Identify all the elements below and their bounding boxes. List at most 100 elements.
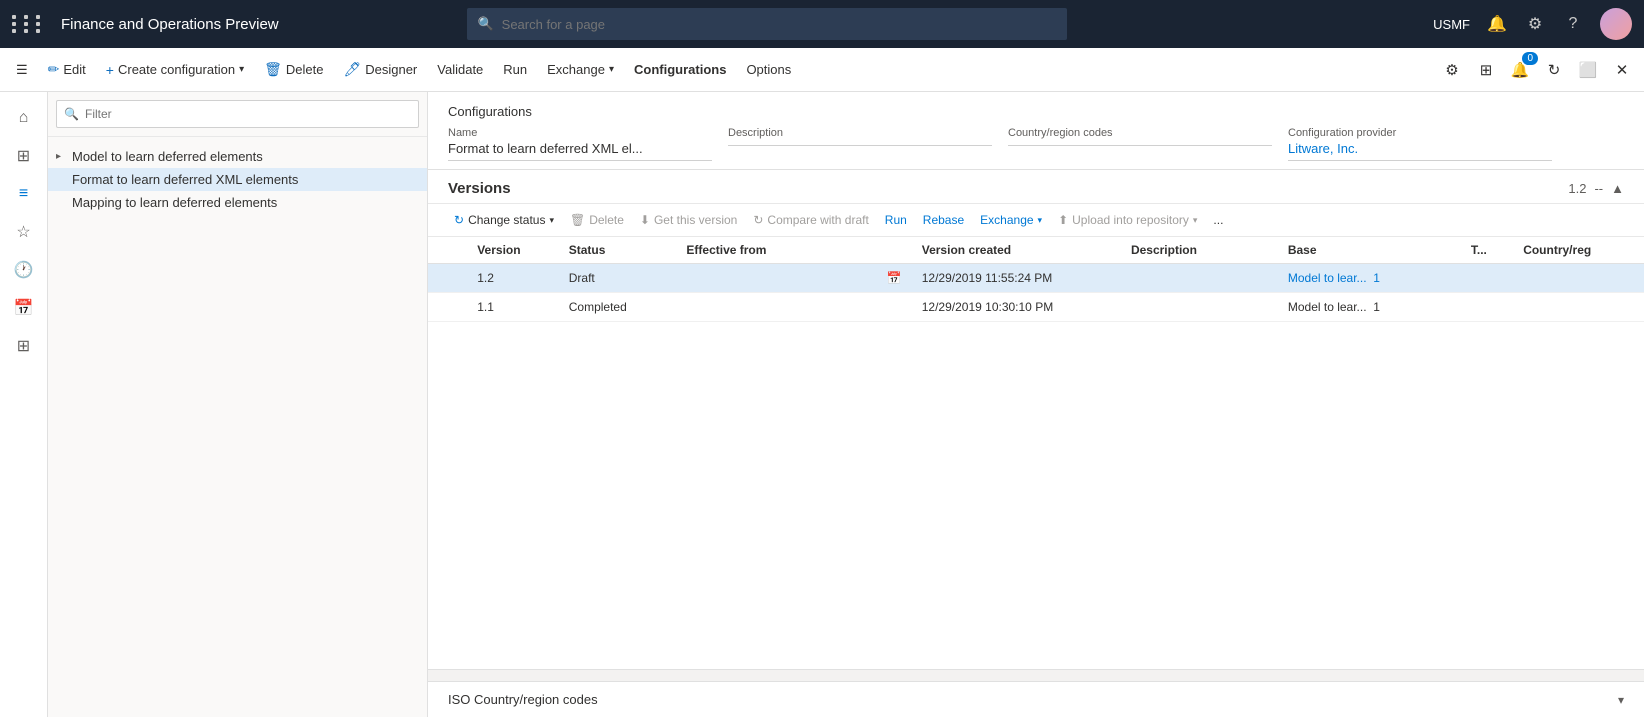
rebase-button[interactable]: Rebase: [917, 210, 970, 230]
tree-content: ▸ Model to learn deferred elements Forma…: [48, 137, 427, 717]
compare-icon: ↻: [753, 213, 763, 227]
configurations-header: Configurations Name Format to learn defe…: [428, 92, 1644, 170]
get-version-button[interactable]: ⬇ Get this version: [634, 210, 743, 230]
settings-icon[interactable]: ⚙: [1524, 13, 1546, 35]
col-header-created[interactable]: Version created: [912, 237, 1121, 264]
upload-chevron: ▾: [1193, 215, 1198, 226]
configurations-button[interactable]: Configurations: [626, 58, 734, 81]
row-version: 1.1: [467, 293, 559, 322]
col-header-effective[interactable]: Effective from: [676, 237, 911, 264]
run-button[interactable]: Run: [495, 58, 535, 81]
iso-section[interactable]: ISO Country/region codes ▾: [428, 681, 1644, 717]
col-header-version[interactable]: Version: [467, 237, 559, 264]
provider-value[interactable]: Litware, Inc.: [1288, 141, 1552, 161]
name-label: Name: [448, 127, 712, 139]
refresh-icon[interactable]: ↻: [1540, 56, 1568, 84]
row-effective: [676, 293, 911, 322]
delete-button[interactable]: 🗑 Delete: [256, 57, 331, 82]
row-created: 12/29/2019 11:55:24 PM: [912, 264, 1121, 293]
filter-input[interactable]: [56, 100, 419, 128]
badge-icon[interactable]: 🔔 0: [1506, 56, 1534, 84]
options-button[interactable]: Options: [738, 58, 799, 81]
table-row[interactable]: 1.2 Draft 📅 12/29/2019 11:55:24 PM Model…: [428, 264, 1644, 293]
help-icon[interactable]: ?: [1562, 13, 1584, 35]
version-dash: --: [1594, 181, 1603, 196]
iso-chevron-icon: ▾: [1618, 693, 1624, 707]
notification-icon[interactable]: 🔔: [1486, 13, 1508, 35]
designer-button[interactable]: 🖊 Designer: [335, 57, 425, 82]
chevron-down-icon: ▾: [239, 64, 244, 75]
col-header-description[interactable]: Description: [1121, 237, 1278, 264]
global-search-bar[interactable]: 🔍: [467, 8, 1067, 40]
settings2-icon[interactable]: ⚙: [1438, 56, 1466, 84]
app-grid-icon[interactable]: [12, 15, 45, 33]
desc-label: Description: [728, 127, 992, 139]
calendar-icon[interactable]: 📅: [887, 271, 902, 285]
col-header-country[interactable]: Country/reg: [1513, 237, 1644, 264]
compare-draft-button[interactable]: ↻ Compare with draft: [747, 210, 874, 230]
tree-item[interactable]: Format to learn deferred XML elements: [48, 168, 427, 191]
top-navigation: Finance and Operations Preview 🔍 USMF 🔔 …: [0, 0, 1644, 48]
upload-repo-button[interactable]: ⬆ Upload into repository ▾: [1052, 210, 1203, 230]
versions-table-wrap: Version Status Effective from Version cr…: [428, 237, 1644, 669]
row-status: Completed: [559, 293, 677, 322]
collapse-icon[interactable]: ▲: [1611, 181, 1624, 196]
change-status-button[interactable]: ↻ Change status ▾: [448, 210, 560, 230]
row-t: [1461, 264, 1513, 293]
horizontal-scrollbar[interactable]: [428, 669, 1644, 681]
filter-search-icon: 🔍: [64, 107, 79, 121]
sidebar-filter-icon[interactable]: ⊞: [6, 138, 42, 174]
content-area: Configurations Name Format to learn defe…: [428, 92, 1644, 717]
change-status-chevron: ▾: [549, 215, 554, 226]
tree-item-label: Format to learn deferred XML elements: [72, 172, 298, 187]
versions-header: Versions 1.2 -- ▲: [428, 170, 1644, 204]
row-created: 12/29/2019 10:30:10 PM: [912, 293, 1121, 322]
main-layout: ⌂ ⊞ ≡ ☆ 🕐 📅 ⊞ 🔍 ▸ Model to learn deferre…: [0, 92, 1644, 717]
edit-button[interactable]: ✏ Edit: [40, 57, 94, 82]
user-avatar[interactable]: [1600, 8, 1632, 40]
versions-toolbar: ↻ Change status ▾ 🗑 Delete ⬇ Get this ve…: [428, 204, 1644, 237]
table-row[interactable]: 1.1 Completed 12/29/2019 10:30:10 PM Mod…: [428, 293, 1644, 322]
row-status: Draft: [559, 264, 677, 293]
row-base: Model to lear... 1: [1278, 293, 1461, 322]
versions-delete-button[interactable]: 🗑 Delete: [564, 210, 630, 230]
row-desc: [1121, 264, 1278, 293]
tree-item[interactable]: Mapping to learn deferred elements: [48, 191, 427, 214]
change-status-icon: ↻: [454, 213, 464, 227]
hamburger-menu-button[interactable]: ☰: [8, 58, 36, 82]
tree-collapse-icon: ▸: [56, 151, 68, 162]
search-input[interactable]: [502, 17, 1058, 32]
versions-run-button[interactable]: Run: [879, 210, 913, 230]
tree-item-label: Mapping to learn deferred elements: [72, 195, 277, 210]
iso-title: ISO Country/region codes: [448, 692, 598, 707]
tree-root-item[interactable]: ▸ Model to learn deferred elements: [48, 145, 427, 168]
tree-root-label: Model to learn deferred elements: [72, 149, 263, 164]
close-icon[interactable]: ✕: [1608, 56, 1636, 84]
provider-label: Configuration provider: [1288, 127, 1552, 139]
col-header-r: [428, 237, 467, 264]
versions-exchange-button[interactable]: Exchange ▾: [974, 210, 1048, 230]
tree-filter-section: 🔍: [48, 92, 427, 137]
country-label: Country/region codes: [1008, 127, 1272, 139]
sidebar-grid-icon[interactable]: ⊞: [6, 328, 42, 364]
exchange-button[interactable]: Exchange ▾: [539, 58, 622, 81]
validate-button[interactable]: Validate: [429, 58, 491, 81]
maximize-icon[interactable]: ⬜: [1574, 56, 1602, 84]
create-configuration-button[interactable]: + Create configuration ▾: [98, 58, 252, 82]
desc-value: [728, 141, 992, 146]
config-provider-field: Configuration provider Litware, Inc.: [1288, 127, 1568, 161]
row-r: [428, 264, 467, 293]
tree-panel: 🔍 ▸ Model to learn deferred elements For…: [48, 92, 428, 717]
chevron-down-icon: ▾: [609, 64, 614, 75]
layout-icon[interactable]: ⊞: [1472, 56, 1500, 84]
get-version-icon: ⬇: [640, 213, 650, 227]
sidebar-clock-icon[interactable]: 🕐: [6, 252, 42, 288]
col-header-base[interactable]: Base: [1278, 237, 1461, 264]
sidebar-list-icon[interactable]: ≡: [6, 176, 42, 212]
sidebar-star-icon[interactable]: ☆: [6, 214, 42, 250]
col-header-status[interactable]: Status: [559, 237, 677, 264]
more-button[interactable]: ...: [1207, 210, 1229, 230]
sidebar-home-icon[interactable]: ⌂: [6, 100, 42, 136]
config-name-field: Name Format to learn deferred XML el...: [448, 127, 728, 161]
sidebar-calendar-icon[interactable]: 📅: [6, 290, 42, 326]
